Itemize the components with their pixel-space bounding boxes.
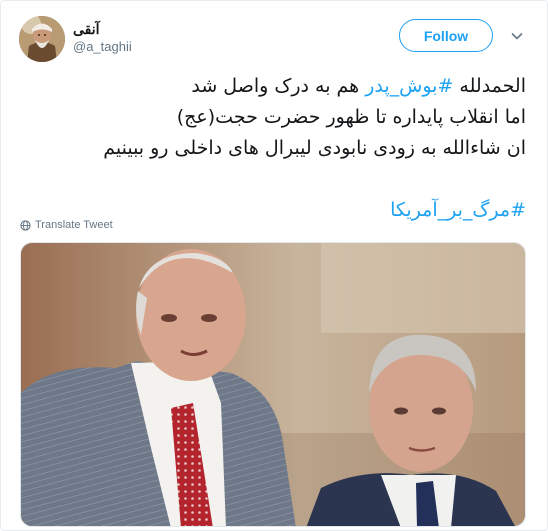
hashtag-link[interactable]: #مرگ_بر_آمریکا <box>390 199 526 221</box>
tweet-text: الحمدلله #بوش_پدر هم به درک واصل شد اما … <box>21 71 526 226</box>
follow-button[interactable]: Follow <box>399 19 493 52</box>
translate-label: Translate Tweet <box>35 219 113 231</box>
display-name[interactable]: آنقی <box>73 21 100 38</box>
tweet-line-3: ان شاءالله به زودی نابودی لیبرال های داخ… <box>103 137 526 159</box>
avatar[interactable] <box>19 16 65 62</box>
translate-tweet-link[interactable]: Translate Tweet <box>20 219 113 231</box>
text-fragment: الحمدلله <box>453 75 526 97</box>
chevron-down-icon[interactable] <box>509 28 525 44</box>
tweet-line-1: الحمدلله #بوش_پدر هم به درک واصل شد <box>21 71 526 102</box>
text-fragment: هم به درک واصل شد <box>191 75 366 97</box>
tweet-photo[interactable] <box>20 242 526 527</box>
globe-icon <box>20 219 31 231</box>
hashtag-link[interactable]: #بوش_پدر <box>365 75 453 97</box>
tweet-line-2: اما انقلاب پایداره تا ظهور حضرت حجت(عج) <box>176 106 526 128</box>
tweet-card: آنقی @a_taghii Follow الحمدلله #بوش_پدر … <box>0 0 548 531</box>
user-handle[interactable]: @a_taghii <box>73 39 132 54</box>
